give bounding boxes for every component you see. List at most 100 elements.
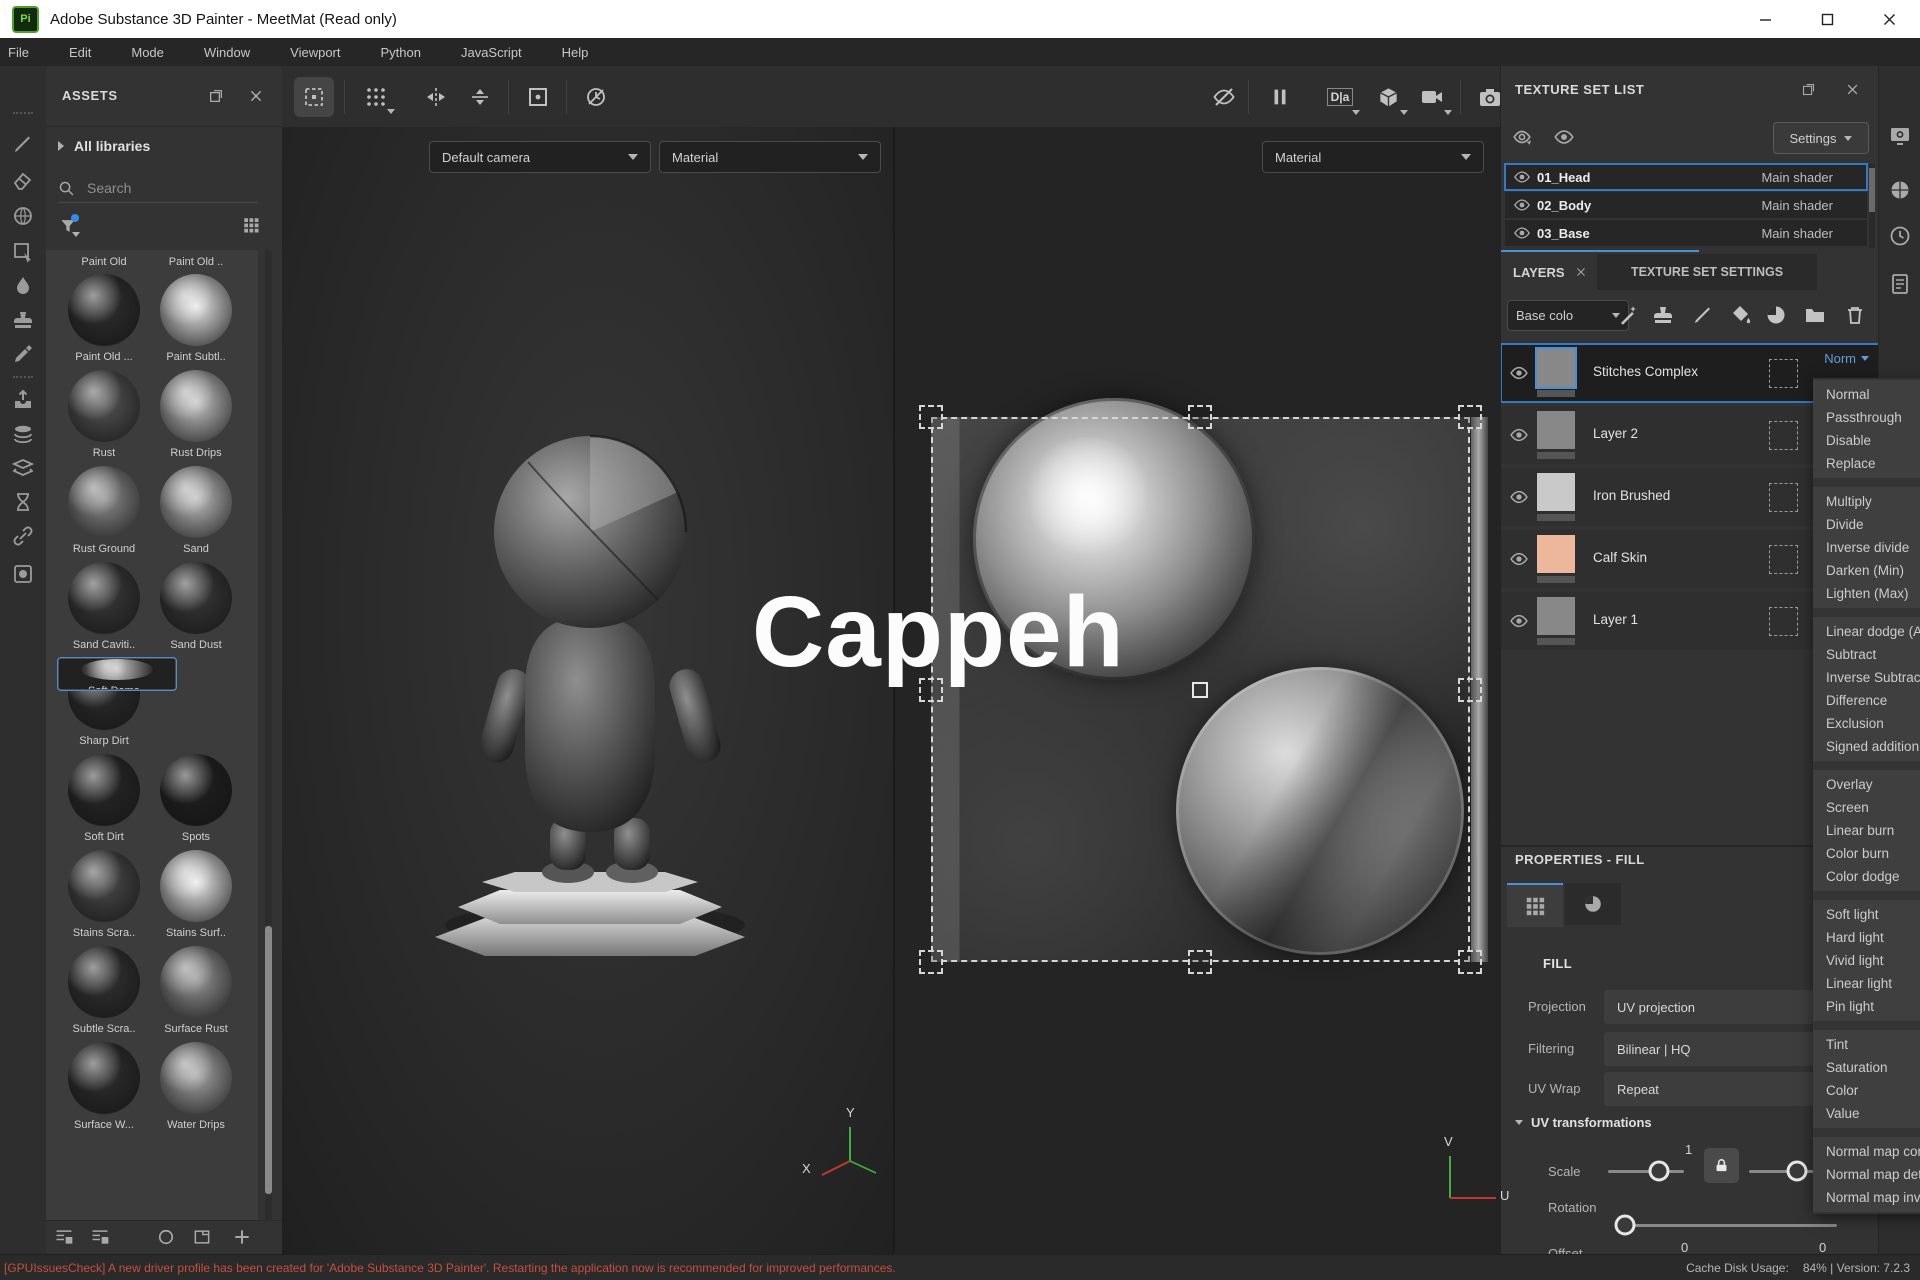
all-libraries-row[interactable]: All libraries	[58, 138, 150, 154]
blend-option-lighten-max[interactable]: Lighten (Max)	[1813, 582, 1920, 605]
paint-brush-tool-icon[interactable]	[11, 132, 35, 156]
bake-icon[interactable]	[11, 562, 35, 586]
mirror-button[interactable]	[416, 77, 456, 117]
blend-option-vivid-light[interactable]: Vivid light	[1813, 949, 1920, 972]
asset-label[interactable]: Paint Old	[58, 256, 150, 268]
blend-option-darken-min[interactable]: Darken (Min)	[1813, 559, 1920, 582]
projection-tool-icon[interactable]	[11, 204, 35, 228]
menu-file[interactable]: File	[8, 45, 29, 60]
asset-item[interactable]: Rust Ground	[58, 466, 150, 555]
refresh-icon[interactable]	[156, 1227, 176, 1247]
meetmat-model[interactable]	[430, 420, 770, 970]
solo-visibility-icon[interactable]	[1553, 126, 1575, 148]
smudge-tool-icon[interactable]	[11, 274, 35, 298]
polygon-fill-tool-icon[interactable]	[11, 240, 35, 264]
import-resources-icon[interactable]	[54, 1227, 74, 1247]
blend-option-subtract[interactable]: Subtract	[1813, 643, 1920, 666]
asset-item-selected[interactable]: Soft Dama..	[58, 658, 176, 690]
blend-option-inverse-subtract[interactable]: Inverse Subtract	[1813, 666, 1920, 689]
layer-mask-slot[interactable]	[1769, 359, 1798, 388]
clone-stamp-tool-icon[interactable]	[11, 308, 35, 332]
asset-item[interactable]: Subtle Scra..	[58, 946, 150, 1035]
close-button[interactable]	[1858, 0, 1920, 38]
export-icon[interactable]	[11, 388, 35, 412]
texture-set-row-02-body[interactable]: 02_Body Main shader	[1505, 192, 1867, 218]
close-panel-icon[interactable]	[1845, 82, 1860, 97]
blend-option-inverse-divide[interactable]: Inverse divide	[1813, 536, 1920, 559]
blend-option-color-dodge[interactable]: Color dodge	[1813, 865, 1920, 888]
blend-option-normal-map-inverse[interactable]: Normal map inverse	[1813, 1186, 1920, 1209]
close-tab-icon[interactable]	[1575, 266, 1587, 278]
texture-set-scrollbar-thumb[interactable]	[1869, 168, 1875, 212]
asset-item[interactable]: Rust Drips	[150, 370, 242, 459]
blend-option-linear-light[interactable]: Linear light	[1813, 972, 1920, 995]
asset-item[interactable]: Sand	[150, 466, 242, 555]
asset-item[interactable]: Stains Scra..	[58, 850, 150, 939]
uv-transformations-header[interactable]: UV transformations	[1515, 1115, 1652, 1130]
assets-scrollbar-thumb[interactable]	[265, 926, 272, 1194]
tab-material-properties[interactable]	[1565, 883, 1621, 925]
search-input[interactable]	[85, 179, 229, 197]
transform-tool-button[interactable]	[294, 77, 334, 117]
display-mode-select-3d[interactable]: Material	[659, 141, 881, 173]
material-stack-icon[interactable]	[11, 422, 35, 446]
asset-item[interactable]: Rust	[58, 370, 150, 459]
asset-item[interactable]: Paint Old ...	[58, 274, 150, 363]
blend-option-hard-light[interactable]: Hard light	[1813, 926, 1920, 949]
blend-option-linear-burn[interactable]: Linear burn	[1813, 819, 1920, 842]
tab-layers[interactable]: LAYERS	[1501, 254, 1595, 290]
panel-splitter-accent[interactable]	[1501, 250, 1699, 252]
eye-icon[interactable]	[1509, 487, 1529, 507]
asset-item[interactable]: Paint Subtl..	[150, 274, 242, 363]
scale-lock-button[interactable]	[1704, 1148, 1739, 1183]
eye-icon[interactable]	[1509, 425, 1529, 445]
display-settings-icon[interactable]	[1888, 124, 1912, 148]
menu-edit[interactable]: Edit	[69, 45, 91, 60]
assets-scrollbar[interactable]	[265, 250, 272, 1221]
blend-option-normal[interactable]: Normal	[1813, 383, 1920, 406]
display-mode-select-2d[interactable]: Material	[1262, 141, 1484, 173]
scale-slider-x[interactable]	[1608, 1170, 1684, 1173]
menu-python[interactable]: Python	[380, 45, 420, 60]
layer-thumbnail[interactable]	[1537, 473, 1575, 511]
add-smart-material-icon[interactable]	[1617, 303, 1641, 327]
blend-option-soft-light[interactable]: Soft light	[1813, 903, 1920, 926]
frame-view-button[interactable]	[518, 77, 558, 117]
shader-settings-icon[interactable]	[1888, 178, 1912, 202]
blend-option-color[interactable]: Color	[1813, 1079, 1920, 1102]
delete-layer-icon[interactable]	[1843, 303, 1867, 327]
symmetry-button[interactable]	[460, 77, 500, 117]
blend-option-multiply[interactable]: Multiply	[1813, 490, 1920, 513]
tab-fill-properties[interactable]	[1507, 883, 1563, 927]
minimize-button[interactable]	[1734, 0, 1796, 38]
blend-option-normal-map-combine[interactable]: Normal map combine	[1813, 1140, 1920, 1163]
float-panel-icon[interactable]	[1801, 82, 1816, 97]
layer-mask-slot[interactable]	[1769, 483, 1798, 512]
new-window-icon[interactable]	[192, 1227, 212, 1247]
float-panel-icon[interactable]	[208, 88, 224, 104]
color-picker-tool-icon[interactable]	[11, 342, 35, 366]
texture-set-scrollbar[interactable]	[1869, 164, 1875, 248]
texture-set-row-01-head[interactable]: 01_Head Main shader	[1505, 164, 1867, 190]
selection-handle[interactable]	[1188, 405, 1212, 429]
layer-mask-slot[interactable]	[1769, 607, 1798, 636]
add-folder-icon[interactable]	[1803, 303, 1827, 327]
blend-option-screen[interactable]: Screen	[1813, 796, 1920, 819]
asset-item[interactable]: Sand Caviti..	[58, 562, 150, 651]
menu-mode[interactable]: Mode	[131, 45, 164, 60]
add-icon[interactable]	[232, 1227, 252, 1247]
pause-engine-button[interactable]	[1260, 77, 1300, 117]
blend-option-value[interactable]: Value	[1813, 1102, 1920, 1125]
export-resources-icon[interactable]	[90, 1227, 110, 1247]
3d-view-mode-button[interactable]	[1368, 77, 1408, 117]
blend-option-disable[interactable]: Disable	[1813, 429, 1920, 452]
maximize-button[interactable]	[1796, 0, 1858, 38]
history-icon[interactable]	[1888, 224, 1912, 248]
asset-item[interactable]: Surface Rust	[150, 946, 242, 1035]
camera-select[interactable]: Default camera	[429, 141, 651, 173]
blend-option-color-burn[interactable]: Color burn	[1813, 842, 1920, 865]
blend-option-linear-dodge[interactable]: Linear dodge (Add)	[1813, 620, 1920, 643]
split-view-button[interactable]: D|a	[1320, 77, 1360, 117]
blend-option-overlay[interactable]: Overlay	[1813, 773, 1920, 796]
blend-option-signed-addition[interactable]: Signed addition	[1813, 735, 1920, 758]
